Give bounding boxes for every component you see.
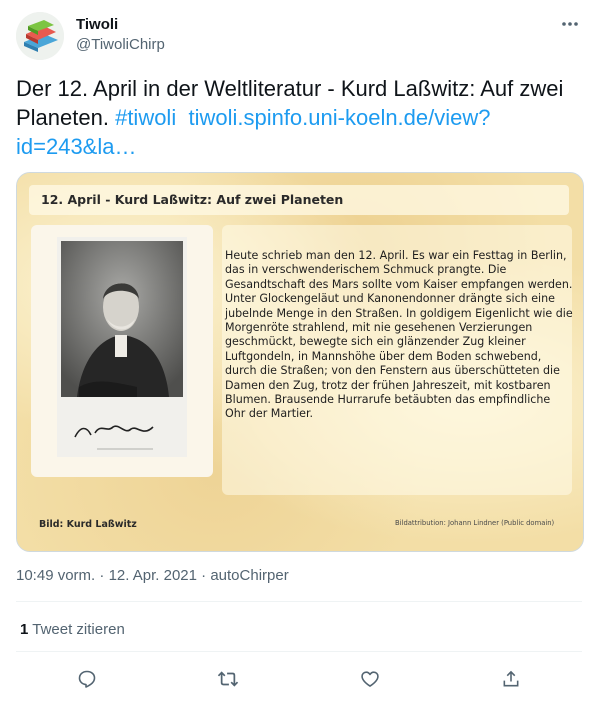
quote-count: 1 [20, 621, 29, 638]
story-text: Heute schrieb man den 12. April. Es war … [225, 249, 573, 421]
tweet-time[interactable]: 10:49 vorm. [16, 567, 95, 584]
quote-label: Tweet zitieren [32, 621, 125, 638]
tweet-media-image[interactable]: 12. April - Kurd Laßwitz: Auf zwei Plane… [16, 172, 584, 552]
meta-separator: · [196, 567, 211, 584]
author-name[interactable]: Tiwoli [76, 16, 118, 33]
tweet-meta: 10:49 vorm. · 12. Apr. 2021 · autoChirpe… [16, 567, 289, 584]
image-attribution: Bildattribution: Johann Lindner (Public … [395, 519, 555, 527]
media-title: 12. April - Kurd Laßwitz: Auf zwei Plane… [41, 192, 344, 207]
author-portrait [57, 237, 187, 457]
quote-tweets[interactable]: 1 Tweet zitieren [20, 621, 125, 638]
like-icon[interactable] [355, 664, 385, 694]
avatar[interactable] [16, 12, 64, 60]
author-handle[interactable]: @TiwoliChirp [76, 36, 165, 53]
image-caption: Bild: Kurd Laßwitz [39, 519, 137, 530]
books-logo-icon [16, 12, 64, 60]
tweet-header: Tiwoli @TiwoliChirp [16, 12, 582, 60]
meta-separator: · [95, 567, 109, 584]
hashtag-link[interactable]: #tiwoli [115, 105, 176, 130]
tweet-text: Der 12. April in der Weltliteratur - Kur… [16, 74, 576, 161]
retweet-icon[interactable] [213, 664, 243, 694]
action-bar [16, 664, 582, 694]
more-icon[interactable] [558, 14, 582, 34]
share-icon[interactable] [496, 664, 526, 694]
tweet-source[interactable]: autoChirper [210, 567, 288, 584]
reply-icon[interactable] [72, 664, 102, 694]
tweet-date[interactable]: 12. Apr. 2021 [109, 567, 197, 584]
divider [16, 601, 582, 602]
divider [16, 651, 582, 652]
